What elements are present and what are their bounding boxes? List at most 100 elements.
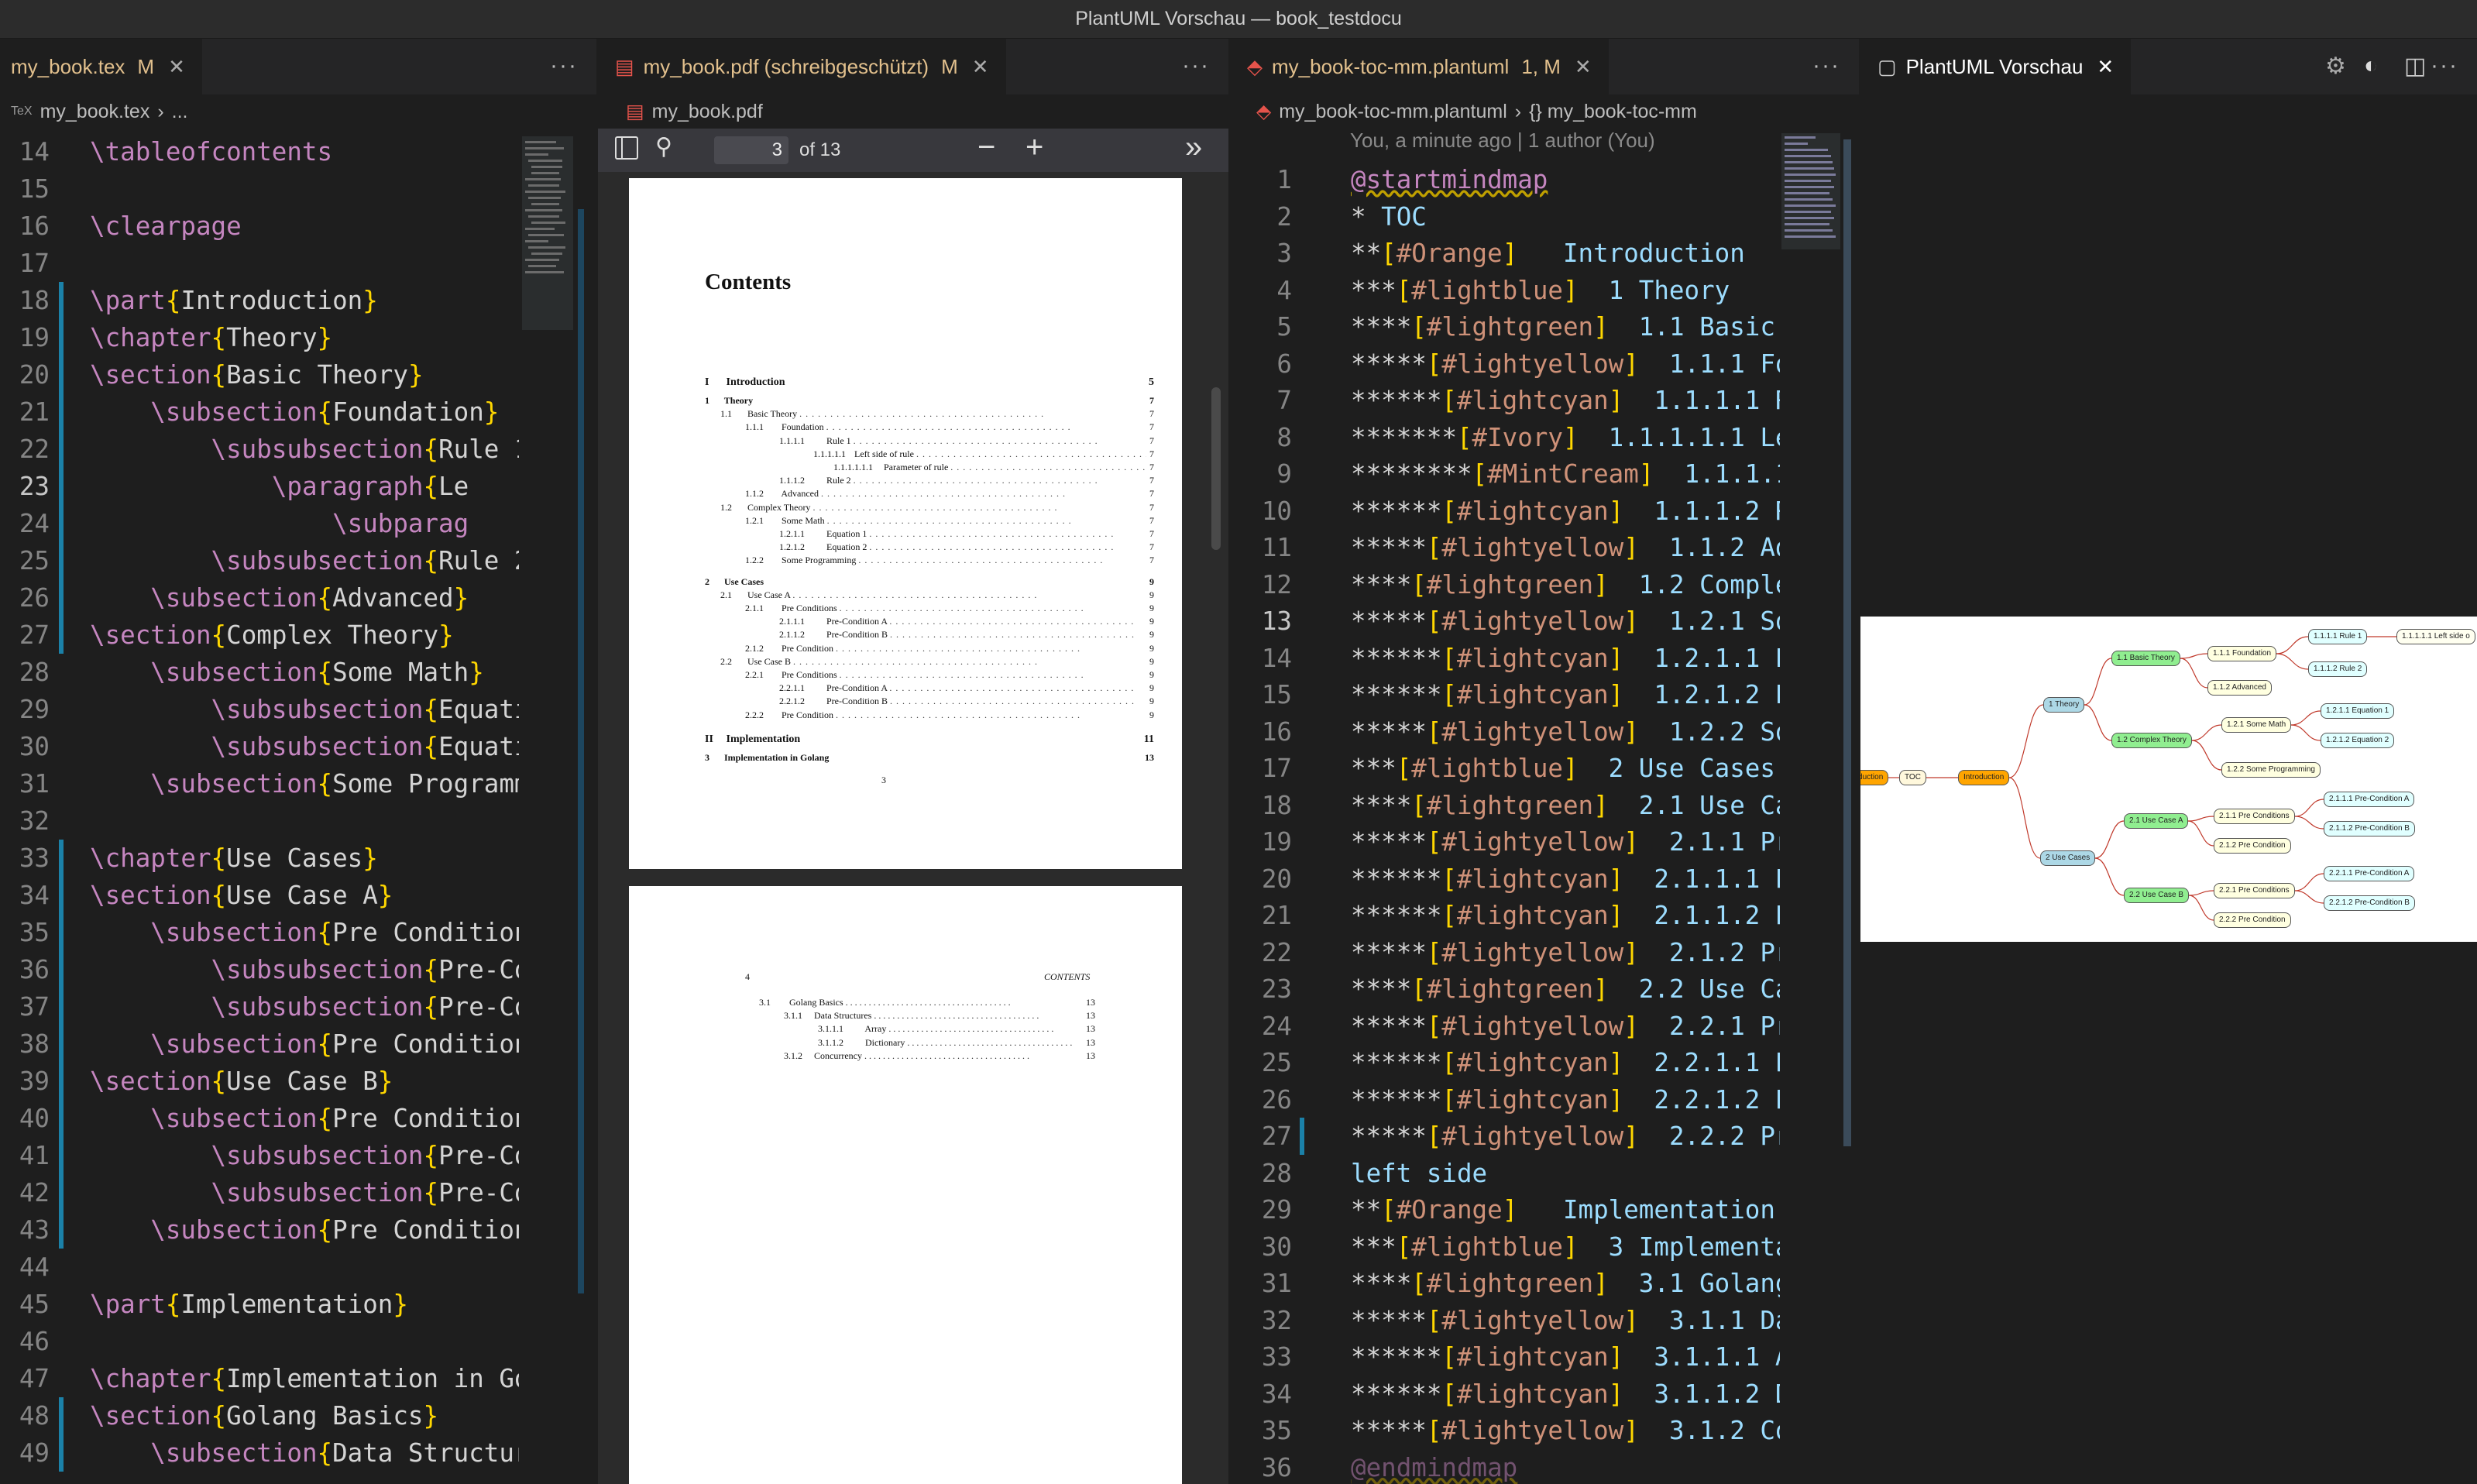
mindmap-node[interactable]: 2.2.1.1 Pre-Condition A: [2324, 866, 2415, 881]
toc-entry[interactable]: 2.2.1.2 Pre-Condition B . . . . . . . . …: [779, 696, 1154, 708]
toc-entry[interactable]: 2 Use Cases 9: [705, 575, 1154, 588]
toc-entry[interactable]: 3.1.1.1 Array . . . . . . . . . . . . . …: [818, 1023, 1095, 1036]
toc-entry[interactable]: 2.1.2 Pre Condition . . . . . . . . . . …: [745, 642, 1154, 654]
mindmap-node[interactable]: Introduction: [1860, 770, 1889, 785]
mindmap-node[interactable]: 2.1 Use Case A: [2124, 813, 2189, 829]
mindmap-node[interactable]: 2.2.1.2 Pre-Condition B: [2324, 895, 2415, 911]
toc-entry[interactable]: 2.2.1 Pre Conditions . . . . . . . . . .…: [745, 669, 1154, 681]
code-line: 26 \subsection{Advanced}: [0, 579, 596, 617]
zoom-in-button[interactable]: +: [1025, 130, 1043, 165]
mindmap-node[interactable]: 1.2.1 Some Math: [2221, 717, 2292, 733]
more-actions-icon[interactable]: ···: [1812, 53, 1840, 79]
close-icon[interactable]: ✕: [2097, 55, 2114, 79]
theme-toggle-icon[interactable]: ◐: [2364, 53, 2378, 79]
mindmap-node[interactable]: 2.2.2 Pre Condition: [2214, 912, 2291, 928]
toc-entry[interactable]: 1.1.1 Foundation . . . . . . . . . . . .…: [745, 421, 1154, 434]
mindmap-node[interactable]: 1.1.1 Foundation: [2207, 646, 2277, 661]
mindmap-node[interactable]: 1.2.1.2 Equation 2: [2321, 733, 2395, 748]
toolbar-overflow-icon[interactable]: »: [1185, 130, 1202, 165]
toc-entry[interactable]: 3 Implementation in Golang 13: [705, 751, 1154, 764]
more-actions-icon[interactable]: ···: [1182, 53, 1210, 79]
more-actions-icon[interactable]: ···: [2431, 53, 2458, 79]
page-number-input[interactable]: [714, 136, 788, 164]
code-line: 32: [0, 802, 596, 840]
mindmap-node[interactable]: 1.1.1.2 Rule 2: [2308, 661, 2368, 677]
more-actions-icon[interactable]: ···: [550, 53, 578, 79]
split-editor-icon[interactable]: ◫: [2404, 53, 2426, 80]
mindmap-node[interactable]: TOC: [1899, 770, 1926, 785]
toc-entry[interactable]: 2.2.1.1 Pre-Condition A . . . . . . . . …: [779, 682, 1154, 695]
mindmap-diagram[interactable]: Introduction TOC Introduction 1 Theory 1.1 B…: [1860, 617, 2477, 942]
code-line: 17: [0, 245, 596, 282]
mindmap-node[interactable]: 1.1.1.1 Rule 1: [2308, 629, 2368, 644]
scrollbar-thumb[interactable]: [1211, 387, 1221, 550]
mindmap-node[interactable]: Introduction: [1958, 770, 2010, 785]
mindmap-node[interactable]: 1.1 Basic Theory: [2111, 651, 2180, 666]
mindmap-node[interactable]: 1.1.2 Advanced: [2207, 680, 2272, 696]
zoom-out-button[interactable]: −: [977, 130, 995, 165]
breadcrumb-symbol[interactable]: ...: [172, 101, 188, 123]
toc-entry[interactable]: 1.2.1 Some Math . . . . . . . . . . . . …: [745, 514, 1154, 527]
search-icon[interactable]: ⚲: [655, 133, 672, 160]
mindmap-node[interactable]: 2.1.1 Pre Conditions: [2214, 809, 2295, 824]
toc-entry[interactable]: 3.1.1 Data Structures . . . . . . . . . …: [784, 1010, 1095, 1022]
sidebar-toggle-icon[interactable]: [615, 136, 638, 160]
mindmap-node[interactable]: 1.2.1.1 Equation 1: [2321, 703, 2395, 719]
plantuml-code-area[interactable]: 1 @startmindmap 2 * TOC 3 **[#Orange] Introdu…: [1230, 161, 1859, 1484]
toc-entry[interactable]: 1.2.1.2 Equation 2 . . . . . . . . . . .…: [779, 541, 1154, 554]
toc-entry[interactable]: 1 Theory 7: [705, 395, 1154, 407]
line-number: 20: [1261, 864, 1292, 894]
toc-entry[interactable]: II Implementation 11: [705, 733, 1154, 746]
mindmap-node[interactable]: 2.2 Use Case B: [2124, 888, 2190, 903]
mindmap-node[interactable]: 2.2.1 Pre Conditions: [2214, 883, 2295, 898]
mindmap-node[interactable]: 1.2 Complex Theory: [2111, 733, 2192, 748]
mindmap-node[interactable]: 1.2.2 Some Programming: [2221, 762, 2321, 778]
toc-entry[interactable]: 1.2.1.1 Equation 1 . . . . . . . . . . .…: [779, 528, 1154, 540]
close-icon[interactable]: ✕: [1575, 55, 1592, 79]
toc-entry[interactable]: 1.1.1.1 Rule 1 . . . . . . . . . . . . .…: [779, 435, 1154, 447]
breadcrumb-file[interactable]: my_book-toc-mm.plantuml: [1279, 101, 1507, 123]
tex-code-area[interactable]: 14 \tableofcontents 15 16 \clearpage 17 18 \par…: [0, 133, 596, 1484]
breadcrumb-symbol[interactable]: {} my_book-toc-mm: [1529, 101, 1697, 123]
mindmap-node[interactable]: 1 Theory: [2043, 697, 2085, 713]
close-icon[interactable]: ✕: [168, 55, 185, 79]
window-title: PlantUML Vorschau — book_testdocu: [0, 0, 2477, 39]
tab-my-book-pdf[interactable]: ▤ my_book.pdf (schreibgeschützt) M ✕: [598, 39, 1006, 94]
breadcrumb-file[interactable]: my_book.tex: [40, 101, 150, 123]
extension-icon[interactable]: ⚙: [2325, 53, 2346, 80]
toc-entry[interactable]: 1.1.2 Advanced . . . . . . . . . . . . .…: [745, 488, 1154, 500]
toc-entry[interactable]: 1.1 Basic Theory . . . . . . . . . . . .…: [720, 408, 1154, 421]
breadcrumb-file[interactable]: my_book.pdf: [652, 101, 763, 123]
toc-entry[interactable]: 2.2 Use Case B . . . . . . . . . . . . .…: [720, 655, 1154, 668]
mindmap-node[interactable]: 2.1.1.2 Pre-Condition B: [2324, 821, 2415, 836]
tab-my-book-tex[interactable]: my_book.tex M ✕: [0, 39, 202, 94]
tab-plantuml-preview[interactable]: ▢ PlantUML Vorschau ✕: [1860, 39, 2132, 94]
minimap[interactable]: [519, 133, 576, 1484]
toc-entry[interactable]: 1.1.1.1.1 Left side of rule . . . . . . …: [813, 448, 1154, 460]
toc-entry[interactable]: 2.1.1.2 Pre-Condition B . . . . . . . . …: [779, 629, 1154, 641]
toc-entry[interactable]: 2.2.2 Pre Condition . . . . . . . . . . …: [745, 709, 1154, 721]
toc-entry[interactable]: 1.1.1.2 Rule 2 . . . . . . . . . . . . .…: [779, 475, 1154, 487]
toc-entry[interactable]: 3.1 Golang Basics . . . . . . . . . . . …: [759, 997, 1095, 1008]
tab-my-book-toc-mm[interactable]: ⬘ my_book-toc-mm.plantuml 1, M ✕: [1230, 39, 1609, 94]
toc-entry[interactable]: 2.1.1.1 Pre-Condition A . . . . . . . . …: [779, 616, 1154, 628]
toc-entry[interactable]: 3.1.2 Concurrency . . . . . . . . . . . …: [784, 1049, 1095, 1062]
toc-entry[interactable]: 1.1.1.1.1.1 Parameter of rule . . . . . …: [833, 462, 1154, 473]
mindmap-node[interactable]: 1.1.1.1.1 Left side o: [2396, 629, 2475, 644]
mindmap-node[interactable]: 2.1.2 Pre Condition: [2214, 838, 2291, 854]
git-blame-annotation[interactable]: You, a minute ago | 1 author (You): [1350, 129, 1655, 153]
mindmap-node[interactable]: 2.1.1.1 Pre-Condition A: [2324, 792, 2415, 807]
code-text: \chapter{Use Cases}: [90, 843, 378, 873]
toc-entry[interactable]: I Introduction 5: [705, 376, 1154, 389]
code-text: ***[#lightblue] 1 Theory: [1351, 275, 1730, 305]
toc-entry[interactable]: 1.2 Complex Theory . . . . . . . . . . .…: [720, 501, 1154, 514]
toc-entry[interactable]: 3.1.1.2 Dictionary . . . . . . . . . . .…: [818, 1036, 1095, 1049]
code-text: ******[#lightcyan] 1.2.1.2 E: [1351, 680, 1791, 709]
toc-entry[interactable]: 2.1.1 Pre Conditions . . . . . . . . . .…: [745, 603, 1154, 614]
toc-leader: . . . . . . . . . . . . . . . . . . . . …: [889, 682, 1135, 694]
minimap[interactable]: [1780, 129, 1842, 1484]
mindmap-node[interactable]: 2 Use Cases: [2040, 850, 2096, 866]
toc-entry[interactable]: 2.1 Use Case A . . . . . . . . . . . . .…: [720, 589, 1154, 601]
close-icon[interactable]: ✕: [972, 55, 989, 79]
toc-entry[interactable]: 1.2.2 Some Programming . . . . . . . . .…: [745, 555, 1154, 567]
